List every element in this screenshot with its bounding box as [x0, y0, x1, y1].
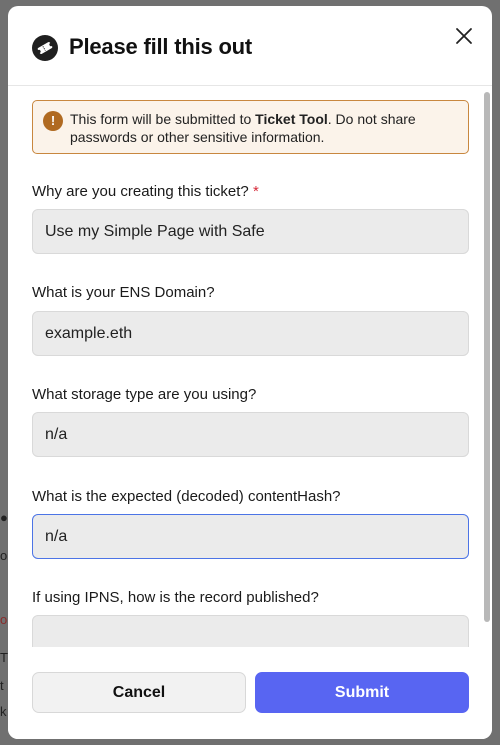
- backdrop-fragment-5: t: [0, 678, 4, 693]
- submit-button[interactable]: Submit: [255, 672, 469, 713]
- close-icon[interactable]: [452, 24, 476, 48]
- backdrop-fragment-2: o: [0, 548, 8, 563]
- backdrop-fragment-3: o: [0, 612, 8, 627]
- notice-app-name: Ticket Tool: [255, 111, 328, 127]
- warning-icon: !: [43, 111, 63, 131]
- ticket-icon: [32, 35, 58, 61]
- notice-prefix: This form will be submitted to: [70, 111, 256, 127]
- required-mark: *: [252, 183, 259, 200]
- field-label-storage-type: What storage type are you using?: [32, 386, 257, 403]
- backdrop-fragment-1: ●: [0, 510, 8, 525]
- modal-footer: Cancel Submit: [8, 647, 492, 739]
- modal-title: Please fill this out: [69, 34, 253, 59]
- scrollbar[interactable]: [484, 92, 490, 622]
- field-label-contenthash: What is the expected (decoded) contentHa…: [32, 488, 341, 505]
- reason-input[interactable]: [32, 209, 469, 254]
- field-label-ens-domain: What is your ENS Domain?: [32, 284, 215, 301]
- field-label-reason: Why are you creating this ticket? *: [32, 183, 259, 200]
- backdrop-fragment-4: T: [0, 650, 8, 665]
- modal-body: ! This form will be submitted to Ticket …: [8, 87, 492, 647]
- form-modal: Please fill this out ! This form will be…: [8, 6, 492, 739]
- notice-text: This form will be submitted to Ticket To…: [70, 110, 460, 146]
- contenthash-input[interactable]: [32, 514, 469, 559]
- cancel-button[interactable]: Cancel: [32, 672, 246, 713]
- field-label-reason-text: Why are you creating this ticket?: [32, 183, 249, 200]
- modal-header: Please fill this out: [8, 6, 492, 86]
- storage-type-input[interactable]: [32, 412, 469, 457]
- backdrop-fragment-6: k: [0, 704, 7, 719]
- field-label-ipns: If using IPNS, how is the record publish…: [32, 589, 319, 606]
- notice-banner: ! This form will be submitted to Ticket …: [32, 100, 469, 154]
- ens-domain-input[interactable]: [32, 311, 469, 356]
- ipns-input[interactable]: [32, 615, 469, 647]
